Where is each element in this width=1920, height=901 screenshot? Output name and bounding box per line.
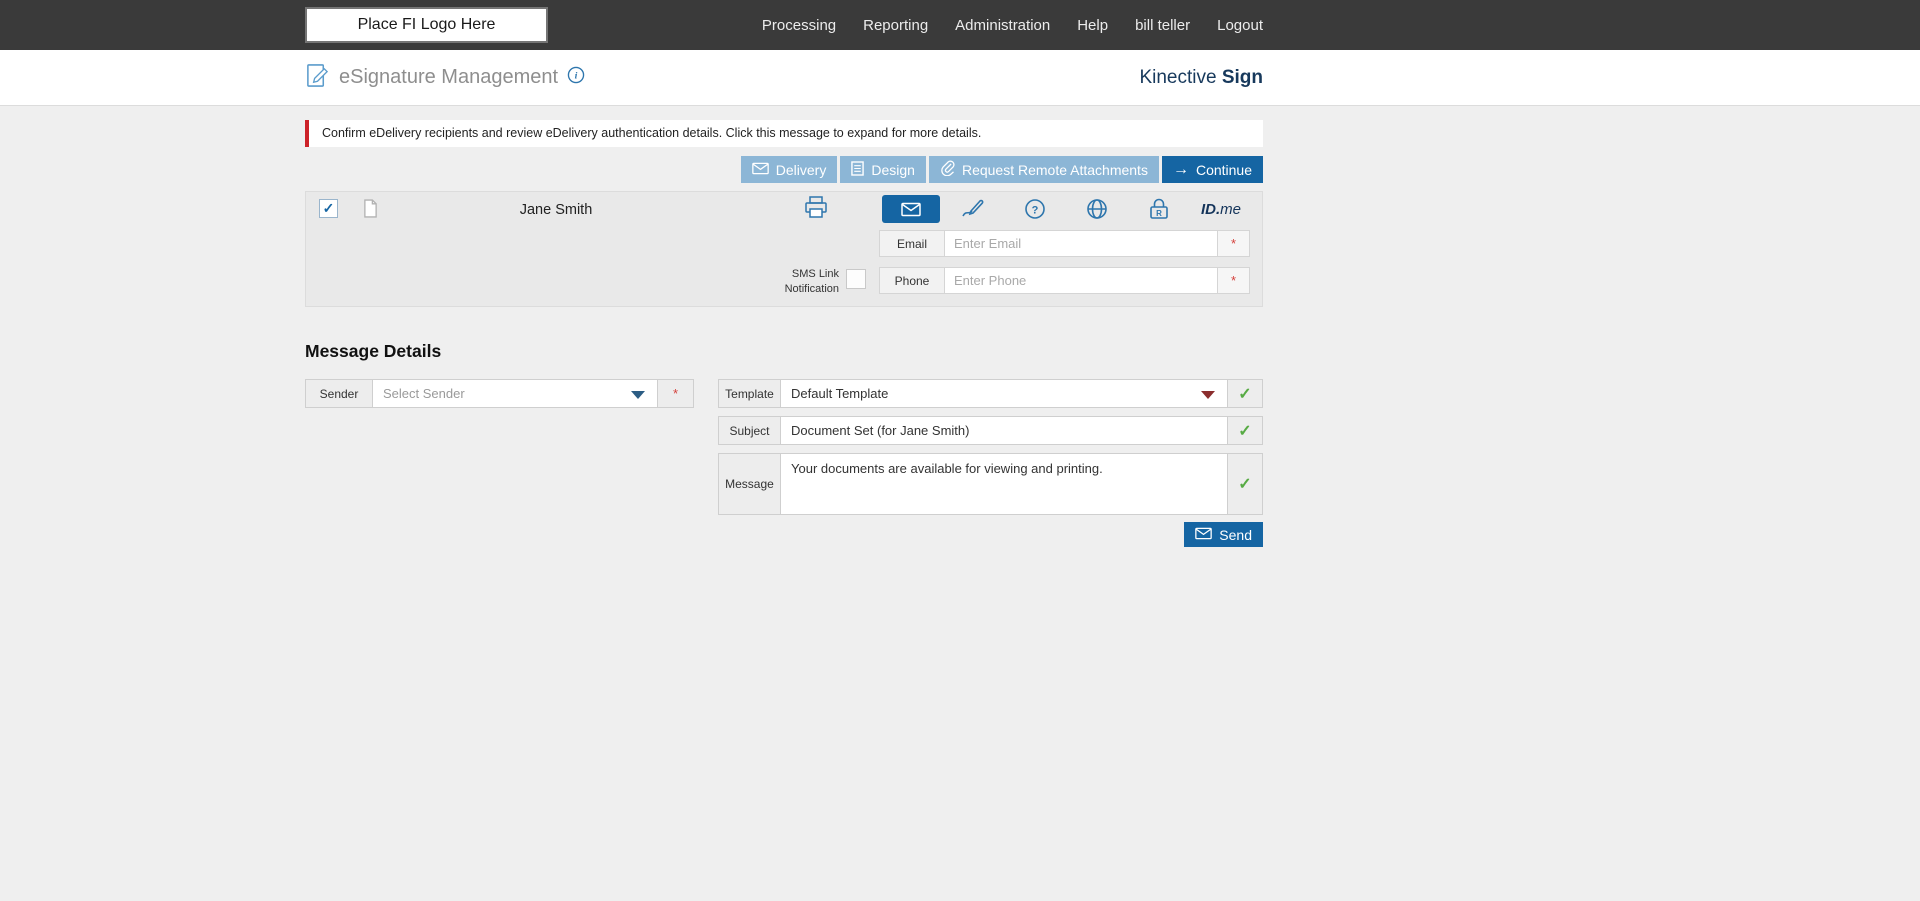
continue-button-label: Continue <box>1195 161 1252 178</box>
message-details-heading: Message Details <box>305 341 442 361</box>
recipient-card: ✓ Jane Smith ? R ID.me Email Enter Email… <box>305 191 1263 307</box>
phone-required-marker: * <box>1218 267 1250 294</box>
paperclip-icon <box>940 160 955 179</box>
message-label: Message <box>718 453 781 515</box>
template-dropdown[interactable]: Default Template <box>781 379 1228 408</box>
recipient-checkbox[interactable]: ✓ <box>319 199 338 218</box>
envelope-icon <box>1195 527 1213 543</box>
subject-valid-icon: ✓ <box>1228 416 1263 445</box>
top-nav: Processing Reporting Administration Help… <box>762 17 1263 34</box>
auth-method-row: ? R ID.me <box>882 195 1250 223</box>
email-label: Email <box>879 230 945 257</box>
fi-logo-placeholder[interactable]: Place FI Logo Here <box>305 7 548 43</box>
top-bar: Place FI Logo Here Processing Reporting … <box>0 0 1920 50</box>
template-column: Template Default Template ✓ Subject ✓ Me… <box>718 379 1263 515</box>
sender-dropdown[interactable]: Select Sender <box>373 379 658 408</box>
send-button-label: Send <box>1219 526 1252 543</box>
sms-link-notification-label: SMS Link Notification <box>784 268 839 295</box>
auth-idme-logo[interactable]: ID.me <box>1192 195 1250 223</box>
sender-label: Sender <box>305 379 373 408</box>
message-details-form: Sender Select Sender * Template Default … <box>305 379 1263 515</box>
brand-bold: Sign <box>1221 66 1263 88</box>
nav-user[interactable]: bill teller <box>1135 17 1190 34</box>
message-textarea[interactable]: Your documents are available for viewing… <box>781 453 1228 515</box>
fi-logo-text: Place FI Logo Here <box>357 16 496 33</box>
page-header: eSignature Management i Kinective Sign <box>0 50 1920 106</box>
message-row: Message Your documents are available for… <box>718 453 1263 515</box>
auth-globe-icon[interactable] <box>1068 195 1126 223</box>
template-valid-icon: ✓ <box>1228 379 1263 408</box>
auth-signature-icon[interactable] <box>944 195 1002 223</box>
send-button[interactable]: Send <box>1184 522 1263 547</box>
idme-prefix: ID. <box>1200 200 1221 218</box>
email-input-row: Email * <box>879 230 1250 257</box>
envelope-icon <box>751 162 769 178</box>
svg-text:R: R <box>1156 209 1162 218</box>
subject-label: Subject <box>718 416 781 445</box>
design-button[interactable]: Design <box>840 156 926 183</box>
request-remote-attachments-label: Request Remote Attachments <box>961 161 1148 178</box>
message-valid-icon: ✓ <box>1228 453 1263 515</box>
svg-text:?: ? <box>1032 205 1039 217</box>
esignature-doc-icon <box>305 63 330 93</box>
svg-text:i: i <box>575 71 578 82</box>
recipient-name: Jane Smith <box>519 202 593 218</box>
brand-regular: Kinective <box>1139 66 1222 88</box>
chevron-down-icon <box>1201 390 1215 399</box>
continue-button[interactable]: → Continue <box>1161 156 1263 183</box>
sender-required-marker: * <box>658 379 694 408</box>
send-row: Send <box>305 522 1263 547</box>
delivery-button[interactable]: Delivery <box>740 156 838 183</box>
action-toolbar: Delivery Design Request Remote Attachmen… <box>305 156 1263 183</box>
template-value: Default Template <box>791 386 889 401</box>
printer-icon[interactable] <box>804 196 828 223</box>
nav-help[interactable]: Help <box>1077 17 1108 34</box>
info-icon[interactable]: i <box>567 66 585 89</box>
sender-placeholder: Select Sender <box>383 386 465 401</box>
design-button-label: Design <box>871 161 915 178</box>
nav-logout[interactable]: Logout <box>1217 17 1263 34</box>
phone-input[interactable] <box>945 267 1218 294</box>
nav-reporting[interactable]: Reporting <box>863 17 928 34</box>
subject-input[interactable] <box>781 416 1228 445</box>
arrow-right-icon: → <box>1172 160 1189 178</box>
email-input[interactable] <box>945 230 1218 257</box>
sender-row: Sender Select Sender * <box>305 379 694 408</box>
nav-processing[interactable]: Processing <box>762 17 836 34</box>
auth-lock-icon[interactable]: R <box>1130 195 1188 223</box>
brand-logo: Kinective Sign <box>1139 67 1263 89</box>
template-row: Template Default Template ✓ <box>718 379 1263 408</box>
email-required-marker: * <box>1218 230 1250 257</box>
request-remote-attachments-button[interactable]: Request Remote Attachments <box>928 156 1159 183</box>
idme-suffix: me <box>1220 200 1241 218</box>
edelivery-alert-message[interactable]: Confirm eDelivery recipients and review … <box>305 120 1263 147</box>
document-icon <box>851 160 865 179</box>
nav-administration[interactable]: Administration <box>955 17 1050 34</box>
chevron-down-icon <box>631 390 645 399</box>
page-title: eSignature Management <box>339 66 559 88</box>
auth-question-icon[interactable]: ? <box>1006 195 1064 223</box>
document-page-icon <box>363 199 378 223</box>
phone-label: Phone <box>879 267 945 294</box>
subject-row: Subject ✓ <box>718 416 1263 445</box>
template-label: Template <box>718 379 781 408</box>
phone-input-row: Phone * <box>879 267 1250 294</box>
auth-email-icon[interactable] <box>882 195 940 223</box>
sms-notification-checkbox[interactable] <box>846 269 866 289</box>
delivery-button-label: Delivery <box>775 161 827 178</box>
